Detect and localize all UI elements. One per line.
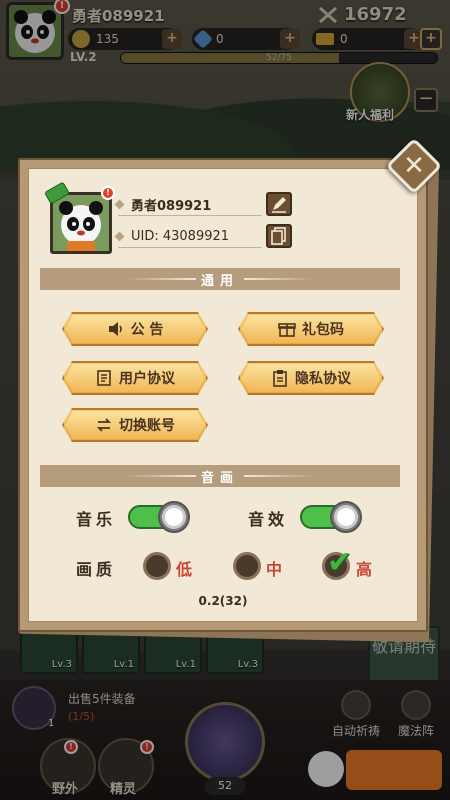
toggle-knob (158, 501, 190, 533)
quality-high-label: 高 (356, 560, 373, 579)
gift-code-button[interactable]: 礼包码 (238, 312, 384, 346)
copy-uid-button[interactable] (266, 224, 292, 248)
document-icon (97, 370, 111, 386)
speaker-icon (108, 322, 122, 336)
ornament-left (126, 475, 196, 477)
switch-account-label: 切换账号 (119, 418, 175, 434)
quality-medium-label: 中 (266, 560, 283, 579)
profile-uid: UID: 43089921 (131, 229, 230, 244)
notice-label: 公 告 (130, 322, 164, 338)
gift-code-label: 礼包码 (302, 322, 344, 338)
toggle-knob (330, 501, 362, 533)
section-general: 通用 (40, 268, 400, 290)
ornament-left (126, 278, 196, 280)
panda-avatar-icon (53, 195, 109, 251)
quality-medium-radio[interactable] (233, 552, 261, 580)
quality-low-radio[interactable] (143, 552, 171, 580)
gift-icon (278, 323, 296, 337)
edit-name-button[interactable] (266, 192, 292, 216)
sfx-toggle[interactable] (300, 501, 362, 533)
avatar-alert-icon: ! (101, 186, 115, 200)
profile-name-row: 勇者089921 (114, 194, 262, 216)
user-agreement-label: 用户协议 (119, 371, 175, 387)
user-agreement-button[interactable]: 用户协议 (62, 361, 208, 395)
profile-avatar[interactable] (50, 192, 112, 254)
quality-high-radio[interactable]: ✔ (322, 545, 352, 580)
privacy-button[interactable]: 隐私协议 (238, 361, 384, 395)
music-label: 音乐 (76, 510, 117, 529)
music-toggle[interactable] (128, 501, 190, 533)
privacy-label: 隐私协议 (295, 371, 351, 387)
version-text: 0.2(32) (198, 594, 248, 608)
profile-name: 勇者089921 (131, 199, 212, 214)
ornament-right (244, 278, 314, 280)
sfx-label: 音效 (248, 510, 289, 529)
clipboard-icon (273, 370, 287, 387)
section-general-title: 通用 (200, 273, 239, 289)
copy-icon (271, 227, 286, 245)
quality-label: 画质 (76, 560, 117, 579)
close-icon: ✕ (403, 151, 425, 181)
pencil-icon (272, 197, 286, 213)
profile-uid-row: UID: 43089921 (114, 226, 262, 248)
notice-button[interactable]: 公 告 (62, 312, 208, 346)
switch-account-button[interactable]: 切换账号 (62, 408, 208, 442)
section-audio: 音画 (40, 465, 400, 487)
section-audio-title: 音画 (200, 470, 239, 486)
checkmark-icon: ✔ (327, 545, 353, 580)
ornament-right (244, 475, 314, 477)
swap-icon (96, 418, 112, 432)
quality-low-label: 低 (176, 560, 193, 579)
